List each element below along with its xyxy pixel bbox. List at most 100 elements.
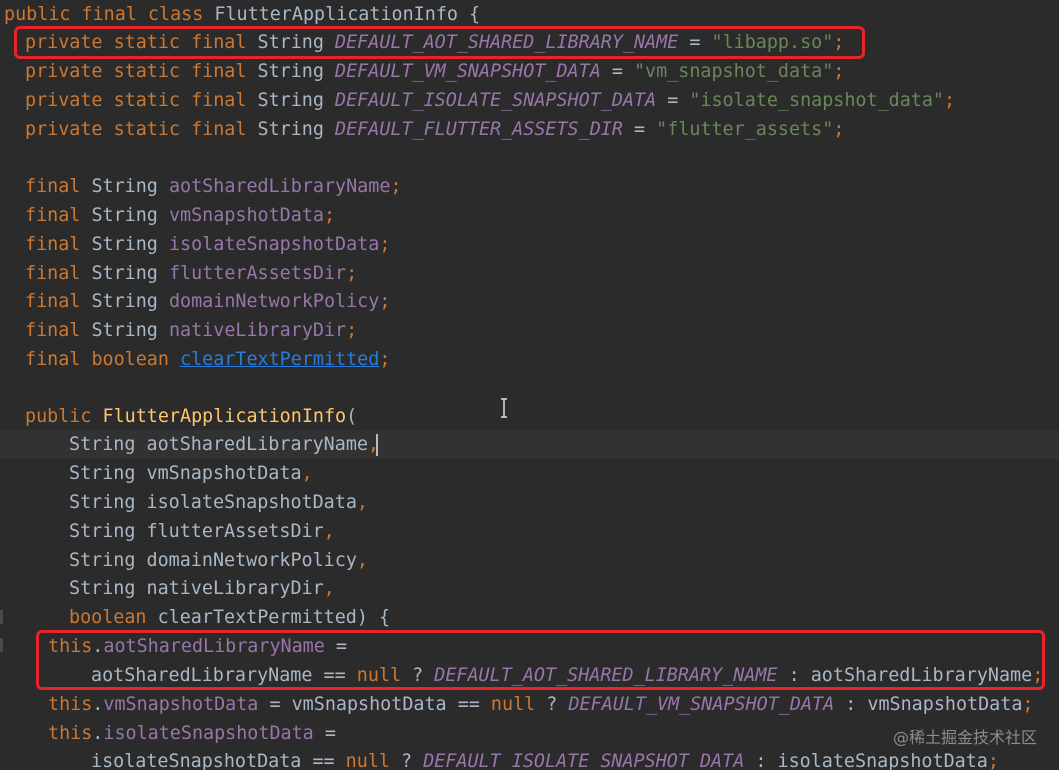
code-line-field[interactable]: final boolean clearTextPermitted; (0, 345, 1059, 374)
variable-token: aotSharedLibraryName (91, 665, 313, 686)
code-line-parameter[interactable]: String flutterAssetsDir, (0, 517, 1059, 546)
field-name-token: nativeLibraryDir (168, 320, 347, 341)
code-line-class-declaration[interactable]: public final class FlutterApplicationInf… (0, 0, 1059, 29)
field-name-link[interactable]: clearTextPermitted (180, 349, 379, 370)
code-line-field[interactable]: final String domainNetworkPolicy; (0, 287, 1059, 316)
operator-token: = (678, 32, 712, 53)
code-line-constant[interactable]: private static final String DEFAULT_ISOL… (0, 86, 1059, 115)
field-name-token: flutterAssetsDir (168, 263, 347, 284)
code-line-parameter[interactable]: String nativeLibraryDir, (0, 574, 1059, 603)
text-caret (376, 434, 378, 456)
operator-token: == (312, 665, 357, 686)
code-line-constant[interactable]: private static final String DEFAULT_VM_S… (0, 57, 1059, 86)
operator-token: = (313, 723, 336, 744)
type-token: String (69, 492, 147, 513)
dot-token: . (92, 694, 104, 715)
code-line-parameter[interactable]: boolean clearTextPermitted) { (0, 603, 1059, 632)
code-line-assignment-continuation[interactable]: isolateSnapshotData == null ? DEFAULT_IS… (0, 747, 1059, 770)
type-token: String (69, 550, 147, 571)
variable-token: vmSnapshotData (867, 694, 1023, 715)
param-name-token: clearTextPermitted (157, 607, 357, 628)
code-line-field[interactable]: final String nativeLibraryDir; (0, 316, 1059, 345)
code-line-assignment[interactable]: this.vmSnapshotData = vmSnapshotData == … (0, 690, 1059, 719)
code-line-parameter[interactable]: String isolateSnapshotData, (0, 488, 1059, 517)
fold-marker-icon[interactable] (0, 610, 3, 624)
param-name-token: flutterAssetsDir (146, 521, 324, 542)
type-token: String (91, 263, 169, 284)
semicolon-token: ; (987, 751, 999, 770)
operator-token: == (301, 751, 346, 770)
keyword-token: private static final (25, 32, 258, 53)
field-name-token: aotSharedLibraryName (103, 636, 325, 657)
semicolon-token: ; (1032, 665, 1044, 686)
code-line-parameter[interactable]: String vmSnapshotData, (0, 459, 1059, 488)
type-token: String (91, 234, 169, 255)
type-token: String (257, 90, 336, 111)
code-line-constant[interactable]: private static final String DEFAULT_AOT_… (0, 28, 1059, 57)
code-line-parameter[interactable]: String aotSharedLibraryName, (0, 430, 1059, 459)
code-line-field[interactable]: final String flutterAssetsDir; (0, 259, 1059, 288)
type-token: boolean (91, 349, 181, 370)
code-line-field[interactable]: final String vmSnapshotData; (0, 201, 1059, 230)
code-line-constructor[interactable]: public FlutterApplicationInfo( (0, 402, 1059, 431)
comma-token: , (356, 492, 368, 513)
semicolon-token: ; (833, 119, 845, 140)
type-token: String (91, 205, 169, 226)
null-keyword-token: null (345, 751, 390, 770)
type-token: String (257, 61, 336, 82)
type-token: String (69, 463, 147, 484)
code-line-assignment-continuation[interactable]: aotSharedLibraryName == null ? DEFAULT_A… (0, 661, 1059, 690)
fold-marker-icon[interactable] (0, 638, 3, 652)
operator-token: : (834, 694, 868, 715)
operator-token: ? (401, 665, 435, 686)
code-line-constant[interactable]: private static final String DEFAULT_FLUT… (0, 115, 1059, 144)
type-token: String (69, 434, 147, 455)
code-line-parameter[interactable]: String domainNetworkPolicy, (0, 546, 1059, 575)
keyword-token: final (25, 263, 92, 284)
semicolon-token: ; (379, 349, 391, 370)
keyword-token: private static final (25, 119, 258, 140)
operator-token: = (622, 119, 657, 140)
field-name-token: vmSnapshotData (168, 205, 324, 226)
keyword-token: private static final (25, 90, 258, 111)
type-token: String (91, 176, 169, 197)
semicolon-token: ; (379, 234, 391, 255)
semicolon-token: ; (833, 32, 845, 53)
dot-token: . (92, 636, 104, 657)
paren-brace-token: ) { (356, 607, 391, 628)
field-name-token: aotSharedLibraryName (168, 176, 391, 197)
constant-name-token: DEFAULT_VM_SNAPSHOT_DATA (335, 61, 601, 82)
keyword-token: final (25, 291, 92, 312)
comma-token: , (323, 578, 335, 599)
operator-token: = (258, 694, 292, 715)
field-name-token: vmSnapshotData (103, 694, 259, 715)
watermark: @稀土掘金技术社区 (892, 728, 1037, 747)
constant-name-token: DEFAULT_FLUTTER_ASSETS_DIR (335, 119, 623, 140)
keyword-token: private static final (25, 61, 258, 82)
code-line-field[interactable]: final String isolateSnapshotData; (0, 230, 1059, 259)
null-keyword-token: null (356, 665, 402, 686)
constant-name-token: DEFAULT_VM_SNAPSHOT_DATA (568, 694, 835, 715)
class-name-token: FlutterApplicationInfo (214, 4, 458, 25)
this-keyword-token: this (48, 723, 93, 744)
ibeam-cursor-icon (501, 398, 507, 418)
semicolon-token: ; (390, 176, 402, 197)
keyword-token: final (25, 234, 92, 255)
param-name-token: aotSharedLibraryName (146, 434, 368, 455)
code-line-assignment[interactable]: this.aotSharedLibraryName = (0, 632, 1059, 661)
constant-name-token: DEFAULT_ISOLATE_SNAPSHOT_DATA (335, 90, 657, 111)
keyword-token: final (25, 176, 92, 197)
keyword-token: public (25, 406, 103, 427)
semicolon-token: ; (833, 61, 845, 82)
this-keyword-token: this (48, 694, 93, 715)
param-name-token: nativeLibraryDir (146, 578, 324, 599)
keyword-token: final (25, 320, 92, 341)
type-token: String (257, 119, 336, 140)
code-line-field[interactable]: final String aotSharedLibraryName; (0, 172, 1059, 201)
paren-token: ( (346, 406, 358, 427)
comma-token: , (301, 463, 313, 484)
type-token: String (69, 521, 147, 542)
operator-token: : (744, 751, 778, 770)
variable-token: aotSharedLibraryName (810, 665, 1033, 686)
code-editor[interactable]: public final class FlutterApplicationInf… (0, 0, 1059, 770)
